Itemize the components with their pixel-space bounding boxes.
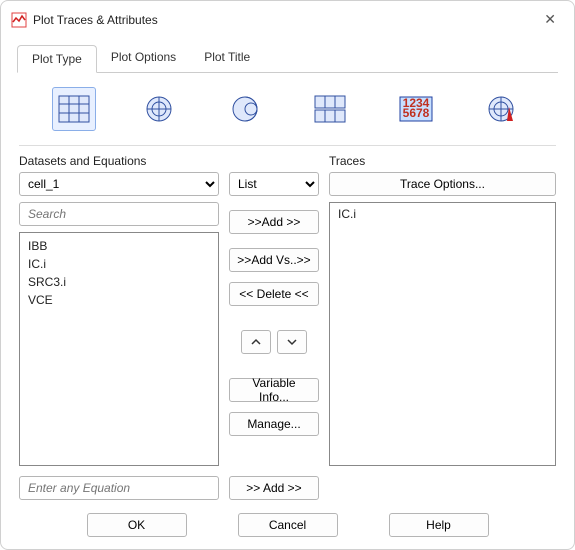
list-item[interactable]: IBB (28, 237, 210, 255)
titlebar: Plot Traces & Attributes ✕ (1, 1, 574, 34)
tab-plot-options[interactable]: Plot Options (97, 44, 190, 72)
search-input[interactable] (19, 202, 219, 226)
help-button[interactable]: Help (389, 513, 489, 537)
divider (19, 145, 556, 146)
app-icon (11, 12, 27, 28)
add-equation-button[interactable]: >> Add >> (229, 476, 319, 500)
tab-plot-type[interactable]: Plot Type (17, 45, 97, 73)
equation-input[interactable] (19, 476, 219, 500)
traces-column: Traces Trace Options... IC.i (329, 154, 556, 466)
tab-plot-title[interactable]: Plot Title (190, 44, 264, 72)
trace-options-button[interactable]: Trace Options... (329, 172, 556, 196)
add-vs-button[interactable]: >>Add Vs..>> (229, 248, 319, 272)
rect-plot-icon[interactable] (52, 87, 96, 131)
window-title: Plot Traces & Attributes (33, 13, 158, 27)
close-button[interactable]: ✕ (538, 9, 562, 30)
datasets-label: Datasets and Equations (19, 154, 219, 168)
list-item[interactable]: SRC3.i (28, 273, 210, 291)
plot-traces-dialog: Plot Traces & Attributes ✕ Plot Type Plo… (0, 0, 575, 550)
manage-button[interactable]: Manage... (229, 412, 319, 436)
middle-buttons: List >>Add >> >>Add Vs..>> << Delete << … (229, 154, 319, 466)
smith-plot-icon[interactable] (223, 87, 267, 131)
chevron-down-icon (287, 338, 297, 346)
chevron-up-icon (251, 338, 261, 346)
list-plot-icon[interactable]: 1234 5678 (394, 87, 438, 131)
list-item[interactable]: IC.i (28, 255, 210, 273)
variables-listbox[interactable]: IBB IC.i SRC3.i VCE (19, 232, 219, 466)
delete-button[interactable]: << Delete << (229, 282, 319, 306)
tab-bar: Plot Type Plot Options Plot Title (17, 44, 558, 73)
plot-type-icons: 1234 5678 (1, 73, 574, 141)
traces-label: Traces (329, 154, 556, 168)
stacked-plot-icon[interactable] (308, 87, 352, 131)
list-mode-select[interactable]: List (229, 172, 319, 196)
cancel-button[interactable]: Cancel (238, 513, 338, 537)
move-up-button[interactable] (241, 330, 271, 354)
dialog-footer: OK Cancel Help (1, 513, 574, 537)
list-item[interactable]: IC.i (338, 207, 547, 221)
variable-info-button[interactable]: Variable Info... (229, 378, 319, 402)
dataset-select[interactable]: cell_1 (19, 172, 219, 196)
polar-plot-icon[interactable] (137, 87, 181, 131)
ok-button[interactable]: OK (87, 513, 187, 537)
list-item[interactable]: VCE (28, 291, 210, 309)
svg-text:5678: 5678 (402, 106, 429, 120)
traces-listbox[interactable]: IC.i (329, 202, 556, 466)
datasets-column: Datasets and Equations cell_1 IBB IC.i S… (19, 154, 219, 466)
add-button[interactable]: >>Add >> (229, 210, 319, 234)
antenna-plot-icon[interactable] (479, 87, 523, 131)
move-down-button[interactable] (277, 330, 307, 354)
